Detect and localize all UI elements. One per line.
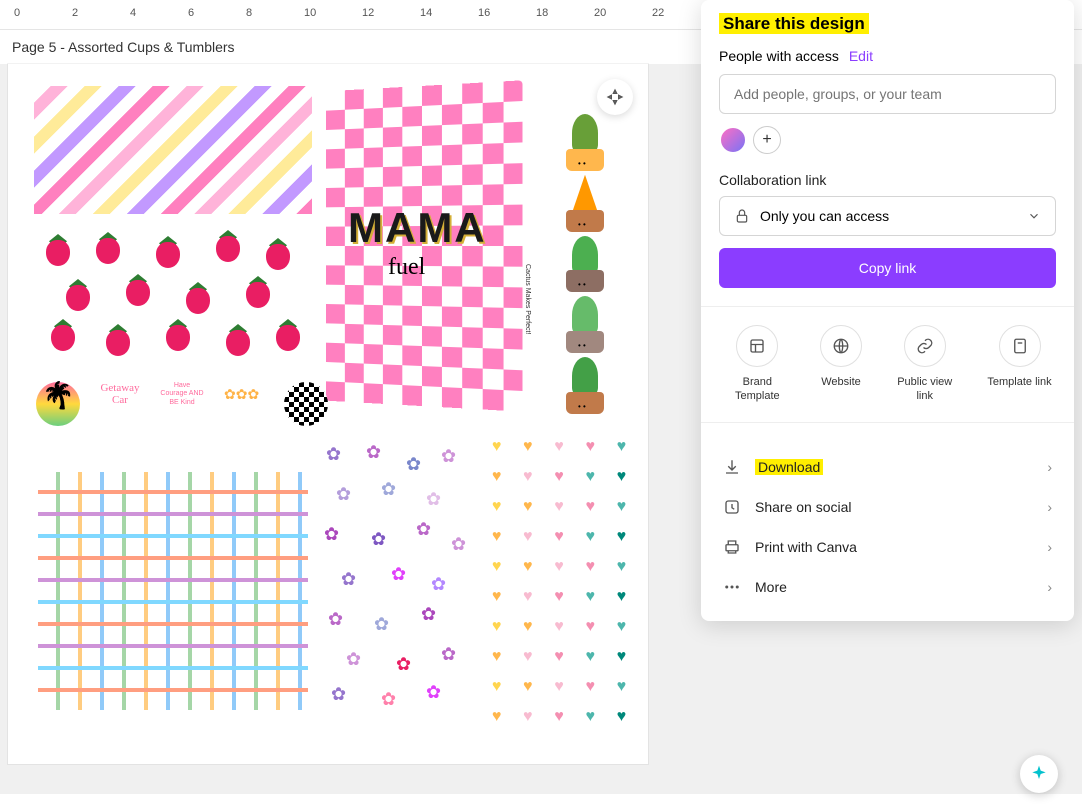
share-social-menu-item[interactable]: Share on social › — [719, 487, 1056, 527]
collab-access-select[interactable]: Only you can access — [719, 196, 1056, 236]
template-icon — [748, 337, 766, 355]
print-menu-item[interactable]: Print with Canva › — [719, 527, 1056, 567]
link-icon — [916, 337, 934, 355]
mini-getaway[interactable]: Getaway Car — [98, 382, 142, 426]
asset-cacti[interactable]: • • • • • • • • • • — [536, 114, 634, 414]
access-label: People with access — [719, 48, 839, 64]
download-menu-item[interactable]: Download › — [719, 447, 1056, 487]
asset-hearts[interactable]: ♥♥♥♥♥♥♥♥♥♥♥♥♥♥♥♥♥♥♥♥♥♥♥♥♥♥♥♥♥♥♥♥♥♥♥♥♥♥♥♥… — [478, 434, 640, 712]
avatar[interactable] — [719, 126, 747, 154]
mini-palm[interactable] — [36, 382, 80, 426]
share-panel: Share this design People with access Edi… — [701, 0, 1074, 621]
fuel-text[interactable]: fuel — [388, 254, 425, 281]
design-canvas[interactable]: MAMA fuel • • • • • • • • • • Cactus Mak… — [8, 64, 648, 764]
cactus-caption[interactable]: Cactus Makes Perfect! — [524, 264, 531, 334]
share-opt-brand-template[interactable]: Brand Template — [723, 325, 791, 404]
share-opt-public-link[interactable]: Public view link — [891, 325, 959, 404]
asset-strawberries[interactable] — [34, 224, 312, 364]
social-icon — [723, 498, 741, 516]
mini-flowers[interactable] — [222, 382, 266, 426]
assistant-fab[interactable] — [1020, 755, 1058, 793]
print-icon — [723, 538, 741, 556]
mama-text[interactable]: MAMA — [348, 204, 487, 252]
edit-access-link[interactable]: Edit — [849, 48, 873, 64]
more-icon — [723, 578, 741, 596]
more-menu-item[interactable]: More › — [719, 567, 1056, 607]
add-people-input[interactable] — [719, 74, 1056, 114]
share-opt-template-link[interactable]: Template link — [987, 325, 1051, 404]
mini-checker[interactable] — [284, 382, 328, 426]
chevron-down-icon — [1027, 209, 1041, 223]
copy-link-button[interactable]: Copy link — [719, 248, 1056, 288]
asset-plaid[interactable] — [38, 472, 308, 710]
download-icon — [723, 458, 741, 476]
asset-watercolor-flowers[interactable]: ✿✿✿✿ ✿✿✿ ✿✿✿✿ ✿✿✿ ✿✿✿ ✿✿✿ ✿✿✿ — [316, 434, 476, 712]
template-link-icon — [1011, 337, 1029, 355]
share-opt-website[interactable]: Website — [820, 325, 862, 404]
asset-stripes[interactable] — [34, 86, 312, 214]
regenerate-button[interactable] — [597, 79, 633, 115]
mini-courage[interactable]: Have Courage AND BE Kind — [160, 382, 204, 426]
share-title: Share this design — [719, 13, 869, 34]
asset-mini-row[interactable]: Getaway Car Have Courage AND BE Kind — [36, 382, 328, 426]
collab-label: Collaboration link — [719, 172, 1056, 188]
lock-icon — [734, 208, 750, 224]
globe-icon — [832, 337, 850, 355]
add-avatar-button[interactable]: + — [753, 126, 781, 154]
